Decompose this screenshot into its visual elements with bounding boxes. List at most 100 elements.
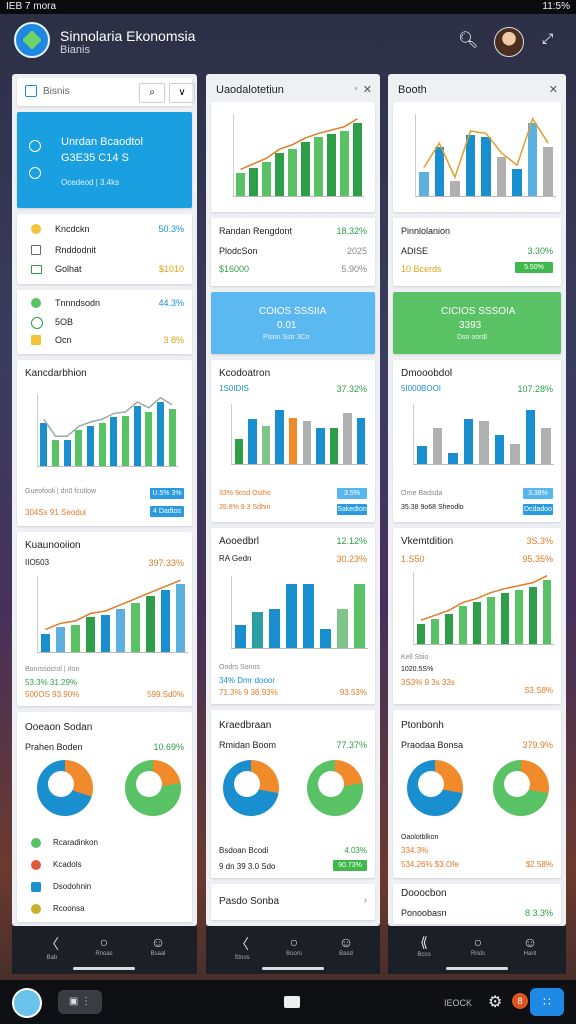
recents-button[interactable]: ▣ ⋮ (58, 990, 102, 1014)
home-button[interactable]: ○ Rnoas (84, 934, 124, 957)
cash-icon (31, 265, 42, 274)
chart-bar (288, 418, 298, 464)
gear-icon[interactable]: ⚙ (488, 992, 502, 1012)
window-icon[interactable] (284, 996, 300, 1008)
back-button[interactable]: ⟪ Bcco (404, 934, 444, 958)
chevron-down-icon[interactable]: ∨ (169, 83, 195, 103)
user-button[interactable]: ☺ Hant (510, 934, 550, 957)
chart-footer: 34% Dmr dooor (219, 676, 276, 685)
chart-footer: 35.38 9o68 Sheodlo (401, 504, 464, 511)
home-button[interactable]: ○ Rnds (458, 934, 498, 957)
chart-footer: 35.8% 9 3 Sdhin (219, 504, 271, 511)
chart-button[interactable]: U.5% 3% (150, 488, 184, 499)
search-icon[interactable]: ⌕ (139, 83, 165, 103)
nav-label: Basd (339, 951, 353, 957)
chart-footer: Bonrssocrol | rlon (25, 666, 80, 673)
highlight-line1: CICIOS SSSOIA (441, 306, 516, 317)
grid-icon[interactable]: ∷ (530, 988, 564, 1016)
chart-bar (525, 410, 536, 464)
chart-bar (356, 418, 366, 464)
avatar[interactable] (494, 27, 524, 57)
row-value: 18.32% (336, 226, 367, 236)
chevron-right-icon[interactable]: › (364, 895, 367, 906)
chart-card-2[interactable]: Kuaunooiion IIO503 397.33% Bonrssocrol |… (17, 532, 192, 706)
chart-bar (235, 624, 246, 648)
back-button[interactable]: 〈 Bab (32, 934, 72, 961)
row-label: Kncdckn (55, 224, 90, 234)
summary-card[interactable]: Unrdan Bcaodtol G3E35 C14 S Ocedeod | 3.… (17, 112, 192, 208)
panel-booth[interactable]: Booth ✕ Pinnlolanion ADISE 3.30% 10 Bcer… (388, 74, 566, 926)
list-item[interactable]: Rcoonsa (53, 904, 85, 913)
close-icon[interactable]: ✕ (363, 83, 372, 96)
highlight-card[interactable]: CICIOS SSSOIA 3393 Dsn oordl (393, 292, 561, 354)
list-item[interactable]: Dsodohnin (53, 882, 91, 891)
chart-card-2[interactable]: Aooedbrl 12.12% RA Gedn 30.23% Oodrs Son… (211, 528, 375, 704)
row-value: 5.90% (341, 264, 367, 274)
user-button[interactable]: ☺ Bsaal (138, 934, 178, 957)
row-label: PlodcSon (219, 246, 258, 256)
chart-bar (416, 446, 427, 464)
dollar-icon (29, 167, 41, 179)
more-card[interactable]: Pasdo Sonba › (211, 884, 375, 920)
donut-card[interactable]: Ptonbonh Praodaa Bonsa 379.9% Oaolotblko… (393, 710, 561, 878)
chart-button[interactable]: 3.5% (337, 488, 367, 499)
chart-card-1[interactable]: Dmooobdol 5I000BOOI 107.28% Orne Badsda … (393, 360, 561, 522)
back-button[interactable]: 〈 Stnos (222, 934, 262, 961)
search-icon[interactable]: 🔍︎ (458, 30, 478, 50)
list-item[interactable]: Rcaradinkon (53, 838, 98, 847)
list-item[interactable]: Kcadols (53, 860, 81, 869)
chart-bar (541, 428, 552, 464)
chart-title: Vkemtdition (401, 536, 454, 547)
row-button[interactable]: 5.50% (515, 262, 553, 273)
chart-footer: 93.53% (339, 688, 367, 697)
highlight-card[interactable]: COIOS SSSIIA 0.01 Pisnn Sstr 3Cn (211, 292, 375, 354)
chart-bar (343, 412, 352, 464)
badge-icon[interactable]: 8 (512, 993, 528, 1009)
app-subtitle: Bianis (60, 44, 90, 56)
chart-card-2[interactable]: Vkemtdition 3S.3% 1.S50 95.35% Kell Stii… (393, 528, 561, 704)
chart-bar (234, 438, 243, 464)
coin-icon (31, 224, 41, 234)
donut-button[interactable]: 90.73% (333, 860, 367, 871)
chart-button[interactable]: Dcdadoo (523, 504, 553, 515)
summary-line2: G3E35 C14 S (61, 152, 129, 164)
row-label: Golhat (55, 264, 82, 274)
search-label: Bisnis (43, 86, 70, 97)
bar-chart (37, 394, 178, 467)
home-button[interactable]: ○ Boors (274, 934, 314, 957)
search-bar[interactable]: Bisnis ⌕ ∨ (17, 78, 195, 106)
row-value: 50.3% (158, 224, 184, 234)
more-card[interactable]: Dooocbon Ponoobasn 8 3.3% (393, 884, 561, 924)
donut-footer: $2.58% (525, 860, 553, 869)
donut-card[interactable]: Ooeaon Sodan Prahen Boden 10.69% Rcaradi… (17, 712, 192, 922)
stats-card-2: Tnnndsodn 44.3% 5OB Ocn 3 8% (17, 290, 192, 354)
nav-label: Hant (523, 951, 537, 957)
bar-chart (231, 576, 368, 649)
donut-title: Ptonbonh (401, 720, 444, 731)
donut-subtitle: Prahen Boden (25, 742, 83, 752)
expand-icon[interactable]: ⤢ (542, 30, 553, 47)
chart-button[interactable]: 4 Dadtos (150, 506, 184, 517)
user-button[interactable]: ☺ Basd (326, 934, 366, 957)
donut-card[interactable]: Kraedbraan Rmidan Boom 77.37% Bsdoan Bco… (211, 710, 375, 878)
stats-card-1: Kncdckn 50.3% Rnddodnit Golhat $1010 (17, 214, 192, 284)
nav-label: Rnds (470, 951, 485, 957)
donut-footer: 534.26% $3.Ofe (401, 860, 459, 869)
nav-label: Rnoas (95, 951, 113, 957)
chart-bar (269, 609, 280, 648)
panel-bisnis[interactable]: Bisnis ⌕ ∨ Unrdan Bcaodtol G3E35 C14 S O… (12, 74, 197, 926)
status-right: 11:5% (542, 1, 570, 12)
close-icon[interactable]: ✕ (549, 83, 558, 96)
chart-card-1[interactable]: Kcodoatron 1S0IDIS 37.32% 33% 9osd Ostho… (211, 360, 375, 522)
app-logo[interactable] (14, 22, 50, 58)
chart-button[interactable]: Sakedton (337, 504, 367, 515)
chart-bar (448, 453, 458, 464)
donut-value: 10.69% (153, 742, 184, 752)
chart-value-2: 30.23% (336, 554, 367, 564)
chart-button[interactable]: 3.38% (523, 488, 553, 499)
info-icon (29, 140, 41, 152)
home-indicator (262, 967, 324, 970)
app-icon[interactable] (12, 988, 42, 1018)
chart-card-1[interactable]: Kancdarbhion Gueofooli | dn0 fcutlow 304… (17, 360, 192, 526)
panel-uaodalotetiun[interactable]: Uaodalotetiun • ✕ Randan Rengdont 18.32%… (206, 74, 380, 926)
